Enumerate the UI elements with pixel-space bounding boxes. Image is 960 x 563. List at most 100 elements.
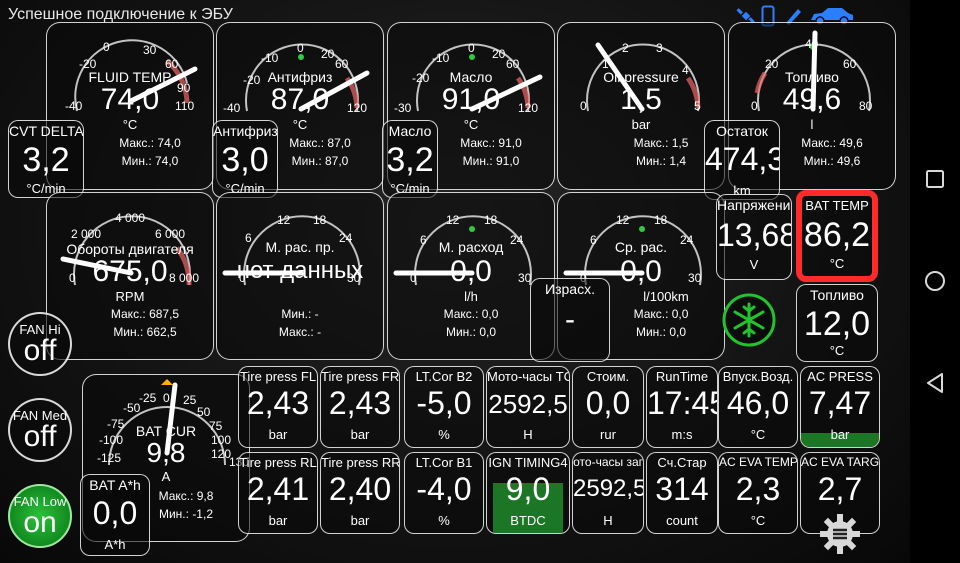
gauge-instant-consumption[interactable]: 0 6 12 18 24 30 М. рас. пр. нет данных М… bbox=[216, 192, 384, 360]
param-tile[interactable]: Стоим. 0,0 rur bbox=[572, 366, 644, 448]
tick: 0 bbox=[468, 41, 475, 55]
gauge-value: 91,0 bbox=[441, 83, 501, 116]
tile-consumed[interactable]: Израсх. - bbox=[530, 278, 610, 362]
param-tile[interactable]: Мото-часы запуска 2592,50 H bbox=[572, 452, 644, 534]
gauge-value: 87,0 bbox=[270, 83, 330, 116]
param-tile[interactable]: AC EVA TEMP 2,3 °C bbox=[718, 452, 798, 534]
gauge-rpm[interactable]: 0 2 000 4 000 6 000 8 000 Обороты двигат… bbox=[46, 192, 214, 360]
back-triangle-icon[interactable] bbox=[910, 358, 960, 408]
gauge-unit: RPM bbox=[115, 289, 145, 304]
param-tile[interactable]: LT.Cor B1 -4,0 % bbox=[404, 452, 484, 534]
param-value: 0,0 bbox=[585, 385, 631, 421]
param-value: 2,3 bbox=[735, 471, 781, 507]
tile-title: BAT A*h bbox=[89, 477, 141, 493]
gauge-max: Макс.: 49,6 bbox=[801, 136, 863, 150]
tick: 18 bbox=[313, 213, 327, 227]
tile-value: 3,2 bbox=[22, 141, 70, 179]
param-tile[interactable]: AC PRESS 7,47 bar bbox=[800, 366, 880, 448]
fan-low-indicator[interactable]: FAN Low on bbox=[8, 484, 72, 548]
gauge-unit: bar bbox=[631, 117, 651, 132]
param-unit: rur bbox=[600, 427, 616, 442]
param-unit: H bbox=[523, 427, 533, 442]
param-tile[interactable]: Tire press FL 2,43 bar bbox=[238, 366, 318, 448]
tick: 2 000 bbox=[71, 227, 102, 241]
param-tile[interactable]: Tire press RL 2,41 bar bbox=[238, 452, 318, 534]
tile-value: 0,0 bbox=[92, 495, 138, 531]
param-tile[interactable]: LT.Cor B2 -5,0 % bbox=[404, 366, 484, 448]
fan-state: on bbox=[23, 506, 57, 539]
tile-antifreeze-rate[interactable]: Антифриз 3,0 °C/min bbox=[212, 120, 278, 198]
param-unit: °C bbox=[750, 513, 766, 528]
param-tile[interactable]: Tire press RR 2,40 bar bbox=[320, 452, 400, 534]
gauge-min: Мин.: 91,0 bbox=[462, 154, 520, 168]
param-title: Стоим. bbox=[586, 369, 630, 384]
gauge-min: Мин.: 0,0 bbox=[635, 325, 686, 339]
gauge-oil-pressure[interactable]: 0 1 2 3 4 5 Oil pressure 1,5 bar Макс.: … bbox=[557, 22, 725, 190]
param-value: 17:45 bbox=[647, 385, 717, 421]
tile-unit: A*h bbox=[104, 537, 126, 552]
param-value: 2,41 bbox=[246, 471, 310, 507]
tile-value: 3,2 bbox=[386, 141, 434, 179]
grid-row-2: Tire press RL 2,41 bar Tire press RR 2,4… bbox=[238, 452, 880, 534]
tile-oil-rate[interactable]: Масло 3,2 °C/min bbox=[382, 120, 438, 198]
fan-med-indicator[interactable]: FAN Med off bbox=[8, 398, 72, 462]
param-tile[interactable]: Впуск.Возд. 46,0 °C bbox=[718, 366, 798, 448]
param-value: 2,7 bbox=[817, 471, 863, 507]
snowflake-icon[interactable] bbox=[721, 292, 777, 348]
settings-gear-icon[interactable] bbox=[818, 512, 862, 556]
param-title: LT.Cor B2 bbox=[415, 369, 473, 384]
param-tile[interactable]: Сч.Стар 314 count bbox=[646, 452, 718, 534]
square-nav-icon[interactable] bbox=[910, 154, 960, 204]
param-unit: % bbox=[438, 427, 450, 442]
tile-remaining[interactable]: Остаток 474,3 km bbox=[704, 120, 780, 200]
param-title: Впуск.Возд. bbox=[722, 369, 794, 384]
tile-title: Остаток bbox=[716, 123, 768, 139]
param-tile[interactable]: Tire press FR 2,43 bar bbox=[320, 366, 400, 448]
gauge-min: Мин.: 662,5 bbox=[113, 325, 177, 339]
tile-bat-ah[interactable]: BAT A*h 0,0 A*h bbox=[80, 474, 150, 556]
tile-voltage[interactable]: Напряжение 13,68 V bbox=[716, 194, 792, 280]
tile-value: - bbox=[565, 303, 575, 336]
param-value: 7,47 bbox=[808, 385, 872, 421]
tile-title: BAT TEMP bbox=[805, 198, 869, 213]
tile-value: 12,0 bbox=[803, 305, 871, 343]
gauge-max: Макс.: 91,0 bbox=[460, 136, 522, 150]
fan-hi-indicator[interactable]: FAN Hi off bbox=[8, 312, 72, 376]
param-title: Tire press FR bbox=[321, 369, 400, 384]
gauge-max: Макс.: 0,0 bbox=[633, 307, 689, 321]
param-tile[interactable]: Мото-часы ТС 2592,5 H bbox=[486, 366, 570, 448]
gauge-title: М. расход bbox=[438, 239, 504, 255]
param-tile[interactable]: IGN TIMING4 9,0 BTDC bbox=[486, 452, 570, 534]
tick: 18 bbox=[484, 213, 498, 227]
tile-fuel-temp[interactable]: Топливо 12,0 °C bbox=[796, 284, 878, 362]
gauge-value: 0,0 bbox=[450, 255, 492, 288]
param-title: Мото-часы ТС bbox=[487, 369, 570, 384]
param-title: IGN TIMING4 bbox=[488, 455, 568, 470]
gauge-unit: l/100km bbox=[643, 289, 689, 304]
grid-row-1: Tire press FL 2,43 bar Tire press FR 2,4… bbox=[238, 366, 880, 448]
param-value: 2,43 bbox=[246, 385, 310, 421]
gauge-title: Ср. рас. bbox=[614, 239, 668, 255]
tick: -25 bbox=[139, 391, 157, 405]
tile-bat-temp[interactable]: BAT TEMP 86,2 °C bbox=[796, 190, 878, 282]
param-unit: bar bbox=[350, 513, 370, 528]
gauge-max: Макс.: 74,0 bbox=[119, 136, 181, 150]
param-title: Tire press RR bbox=[321, 455, 400, 470]
param-tile[interactable]: RunTime 17:45 m:s bbox=[646, 366, 718, 448]
tick: 3 bbox=[656, 41, 663, 55]
tick: 6 000 bbox=[155, 227, 186, 241]
param-unit: m:s bbox=[671, 427, 693, 442]
fan-state: off bbox=[23, 420, 57, 453]
tile-value: 3,0 bbox=[221, 141, 269, 179]
param-value: 2592,5 bbox=[488, 389, 568, 419]
circle-nav-icon[interactable] bbox=[910, 256, 960, 306]
tile-unit: V bbox=[749, 257, 759, 272]
tick: 20 bbox=[492, 47, 506, 61]
tick: 20 bbox=[321, 47, 335, 61]
gauge-title: М. рас. пр. bbox=[265, 239, 335, 255]
tile-cvt-delta[interactable]: CVT DELTA 3,2 °C/min bbox=[8, 120, 84, 198]
tile-value: 13,68 bbox=[717, 217, 792, 253]
tick: 2 bbox=[622, 41, 629, 55]
tile-title: Антифриз bbox=[213, 123, 278, 139]
param-title: AC PRESS bbox=[807, 369, 873, 384]
